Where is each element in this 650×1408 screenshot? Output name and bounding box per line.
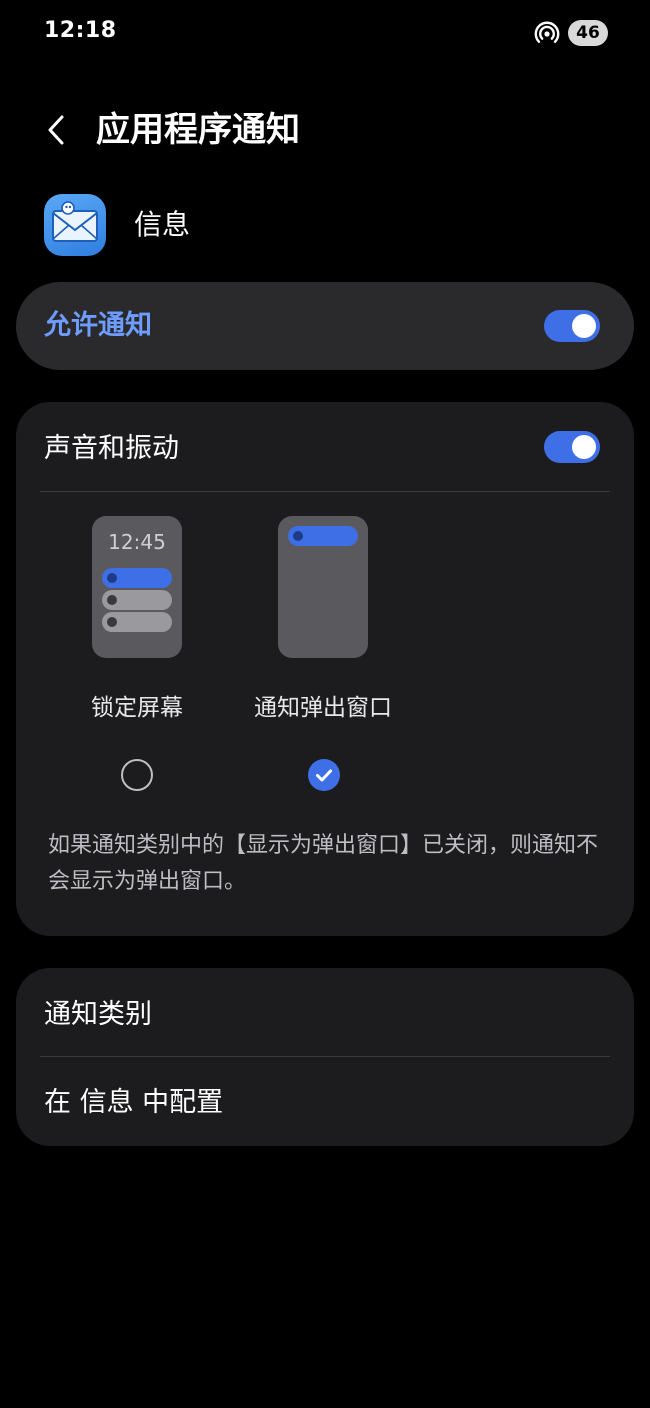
preview-notification-pill: [102, 590, 172, 610]
preview-notification-pill: [288, 526, 358, 546]
toggle-knob: [572, 314, 596, 338]
app-name: 信息: [134, 208, 191, 241]
preview-notification-pill: [102, 612, 172, 632]
sound-vibration-label: 声音和振动: [44, 433, 179, 464]
allow-notifications-card[interactable]: 允许通知: [16, 282, 634, 370]
status-time: 12:18: [44, 18, 117, 43]
toggle-knob: [572, 435, 596, 459]
messages-app-icon: [44, 194, 106, 256]
header: 应用程序通知: [0, 96, 650, 172]
battery-icon: 46: [568, 20, 608, 46]
hotspot-icon: [534, 21, 560, 43]
popup-label: 通知弹出窗口: [254, 695, 392, 721]
preview-time: 12:45: [108, 530, 166, 554]
popup-preview[interactable]: [278, 516, 368, 658]
app-info-row: 信息: [44, 194, 604, 258]
checkmark-icon: [316, 769, 332, 782]
lock-screen-radio[interactable]: [121, 759, 153, 791]
status-bar: 12:18 46: [0, 0, 650, 66]
chevron-left-icon[interactable]: [36, 108, 80, 152]
notification-categories-item[interactable]: 通知类别: [44, 998, 152, 1032]
lock-screen-preview[interactable]: 12:45: [92, 516, 182, 658]
divider: [40, 1056, 610, 1057]
allow-notifications-label: 允许通知: [44, 310, 152, 341]
popup-radio[interactable]: [308, 759, 340, 791]
sound-vibration-card: 声音和振动 12:45 锁定屏幕 通知弹出窗口 如果通知类别中的【显示为弹出窗口…: [16, 402, 634, 936]
lock-screen-label: 锁定屏幕: [91, 695, 183, 721]
allow-notifications-toggle[interactable]: [544, 310, 600, 342]
categories-card: 通知类别 在 信息 中配置: [16, 968, 634, 1146]
popup-note: 如果通知类别中的【显示为弹出窗口】已关闭，则通知不会显示为弹出窗口。: [48, 833, 599, 894]
sound-vibration-toggle[interactable]: [544, 431, 600, 463]
preview-notification-pill: [102, 568, 172, 588]
page-title: 应用程序通知: [96, 110, 300, 150]
configure-in-app-item[interactable]: 在 信息 中配置: [44, 1086, 223, 1120]
divider: [40, 491, 610, 492]
